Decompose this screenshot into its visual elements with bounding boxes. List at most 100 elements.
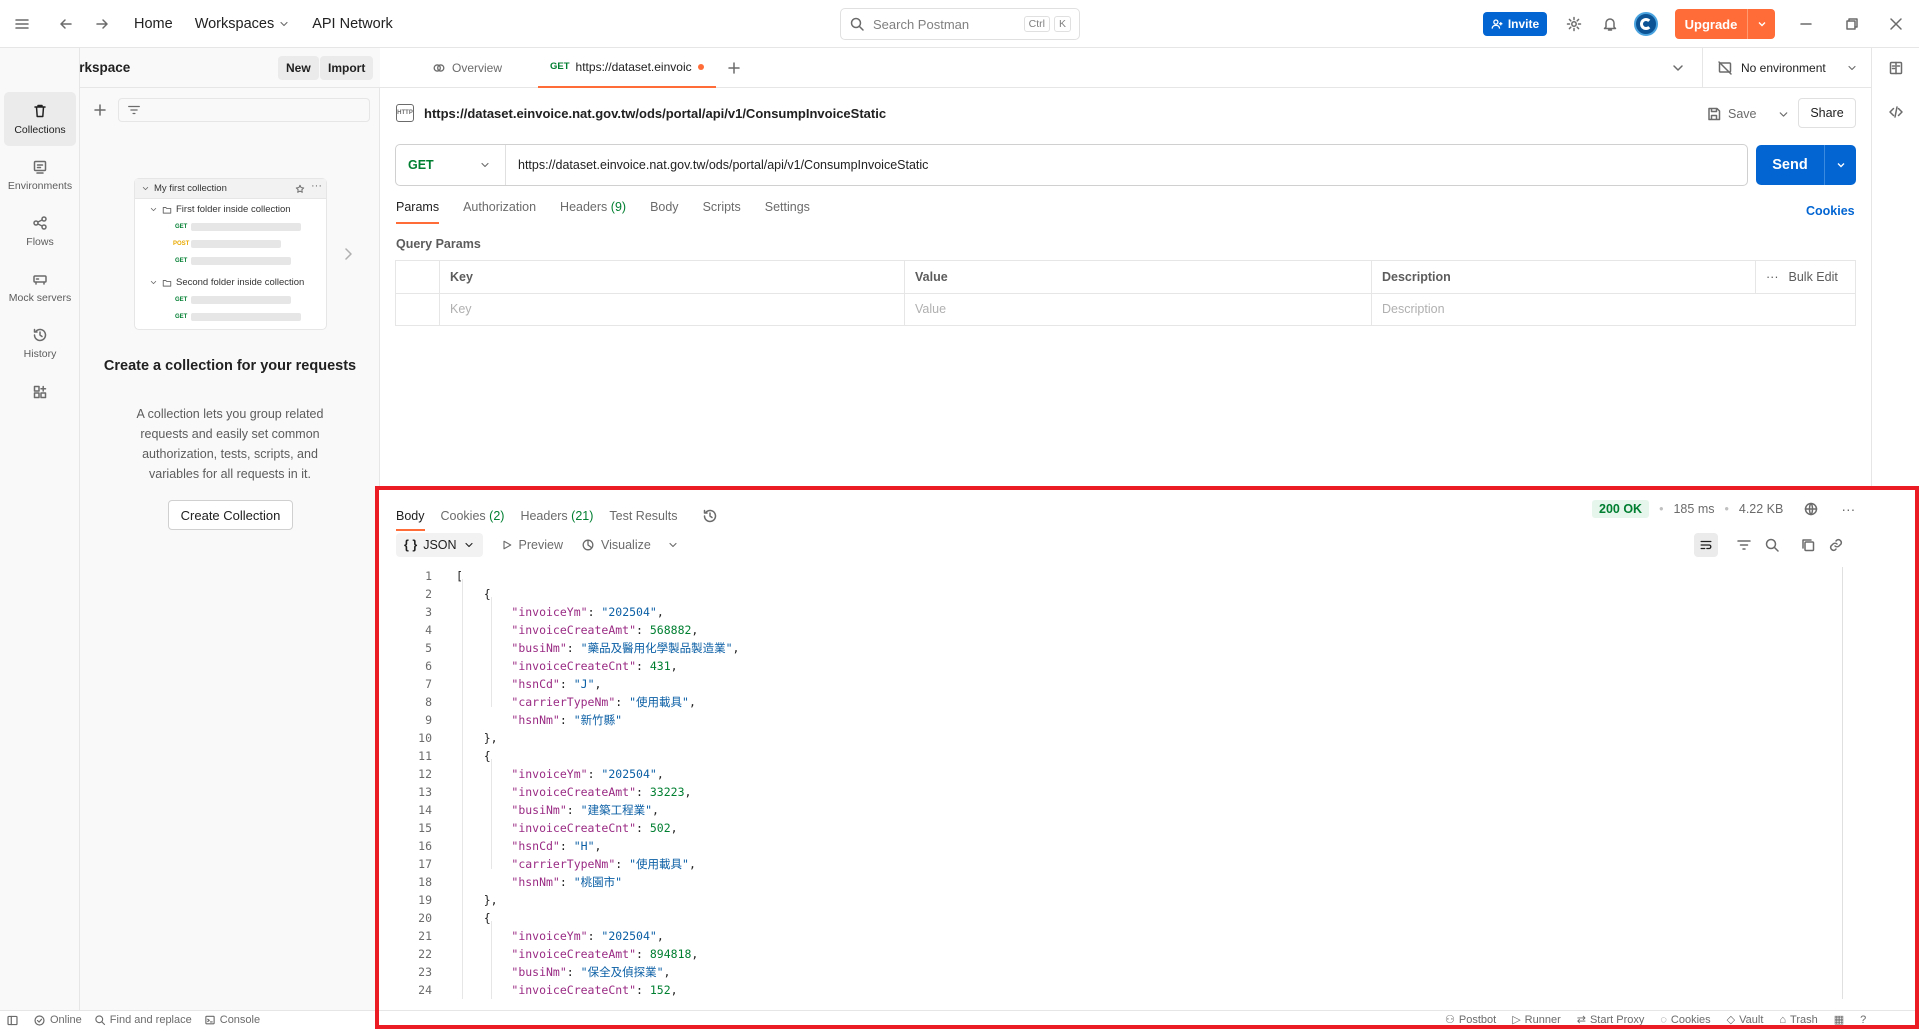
trash-button[interactable]: ⌂ Trash xyxy=(1779,1013,1817,1026)
upgrade-button[interactable]: Upgrade xyxy=(1675,9,1775,39)
visualize-button[interactable]: Visualize xyxy=(581,538,679,552)
line-number: 17 xyxy=(418,857,432,871)
more-icon[interactable]: ··· xyxy=(1841,501,1855,517)
filter-input[interactable] xyxy=(118,98,370,122)
environment-selector[interactable]: No environment xyxy=(1702,48,1872,88)
preview-button[interactable]: Preview xyxy=(501,538,563,552)
create-collection-button[interactable]: Create Collection xyxy=(168,500,293,530)
response-size[interactable]: 4.22 KB xyxy=(1739,502,1783,516)
forward-arrow-icon[interactable] xyxy=(86,8,118,40)
history-icon[interactable] xyxy=(702,508,718,524)
start-proxy-button[interactable]: ⇄ Start Proxy xyxy=(1577,1013,1645,1027)
chevron-down-icon[interactable] xyxy=(667,539,679,551)
share-button[interactable]: Share xyxy=(1798,98,1856,128)
code-text: "invoiceCreateCnt": 431, xyxy=(511,659,678,673)
tab-active-request[interactable]: GET https://dataset.einvoic xyxy=(538,48,716,88)
response-time[interactable]: 185 ms xyxy=(1673,502,1714,516)
minimize-window-icon[interactable] xyxy=(1790,8,1822,40)
avatar[interactable] xyxy=(1634,12,1658,36)
chevron-right-icon[interactable] xyxy=(340,246,356,262)
rail-item-history[interactable]: History xyxy=(4,316,76,370)
filter-icon[interactable] xyxy=(1736,537,1752,553)
back-arrow-icon[interactable] xyxy=(50,8,82,40)
rail-item-configure[interactable] xyxy=(4,372,76,412)
chevron-down-icon[interactable] xyxy=(1777,108,1790,121)
import-button[interactable]: Import xyxy=(320,56,374,80)
workspaces-menu[interactable]: Workspaces xyxy=(195,16,291,32)
invite-button[interactable]: Invite xyxy=(1483,12,1547,36)
line-number: 1 xyxy=(425,569,432,583)
tab-settings[interactable]: Settings xyxy=(765,200,810,224)
link-icon[interactable] xyxy=(1828,537,1844,553)
rail-label-mock-servers: Mock servers xyxy=(8,291,72,304)
restore-window-icon[interactable] xyxy=(1836,8,1868,40)
find-replace-button[interactable]: Find and replace xyxy=(94,1014,192,1026)
play-icon xyxy=(502,540,511,550)
settings-gear-icon[interactable] xyxy=(1558,8,1590,40)
save-button[interactable]: Save xyxy=(1706,102,1790,126)
menu-icon[interactable] xyxy=(6,8,38,40)
layout-icon[interactable]: ▦ xyxy=(1834,1013,1844,1026)
send-button[interactable]: Send xyxy=(1756,145,1856,185)
value-input[interactable]: Value xyxy=(904,292,1372,326)
send-dropdown[interactable] xyxy=(1824,145,1856,185)
rail-item-collections[interactable]: Collections xyxy=(4,92,76,146)
new-button[interactable]: New xyxy=(278,56,319,80)
resp-tab-body[interactable]: Body xyxy=(396,509,425,531)
tabs-dropdown-icon[interactable] xyxy=(1662,52,1694,84)
vault-button[interactable]: ◇ Vault xyxy=(1727,1013,1764,1027)
close-window-icon[interactable] xyxy=(1880,8,1912,40)
postbot-button[interactable]: ⚇ Postbot xyxy=(1445,1013,1496,1027)
rail-item-flows[interactable]: Flows xyxy=(4,204,76,258)
copy-icon[interactable] xyxy=(1800,537,1816,553)
rail-item-environments[interactable]: Environments xyxy=(4,148,76,202)
tab-scripts[interactable]: Scripts xyxy=(703,200,741,224)
request-title-text[interactable]: https://dataset.einvoice.nat.gov.tw/ods/… xyxy=(424,106,886,121)
format-select[interactable]: { } JSON xyxy=(396,533,483,557)
wrap-lines-button[interactable] xyxy=(1694,533,1718,557)
add-tab-icon[interactable] xyxy=(718,52,750,84)
home-link[interactable]: Home xyxy=(134,16,173,32)
chevron-down-icon xyxy=(1848,65,1856,71)
cookies-link[interactable]: Cookies xyxy=(1806,204,1855,218)
resp-tab-headers[interactable]: Headers (21) xyxy=(520,509,593,523)
tab-authorization[interactable]: Authorization xyxy=(463,200,536,224)
row-checkbox[interactable] xyxy=(395,292,440,326)
tab-body[interactable]: Body xyxy=(650,200,679,224)
online-status[interactable]: Online xyxy=(33,1014,82,1027)
help-icon[interactable]: ? xyxy=(1860,1013,1866,1026)
tab-overview[interactable]: Overview xyxy=(420,48,514,88)
code-snippet-icon[interactable] xyxy=(1880,96,1912,128)
resp-tab-cookies[interactable]: Cookies (2) xyxy=(441,509,505,523)
vertical-scrollbar[interactable] xyxy=(1842,567,1843,999)
tab-headers[interactable]: Headers (9) xyxy=(560,200,626,224)
api-network-link[interactable]: API Network xyxy=(312,16,393,32)
table-row: Key Value Description xyxy=(395,292,1856,326)
method-select[interactable]: GET xyxy=(396,145,506,185)
rail-label-environments: Environments xyxy=(7,179,73,192)
response-tabs: Body Cookies (2) Headers (21) Test Resul… xyxy=(396,501,718,531)
tab-params[interactable]: Params xyxy=(396,200,440,224)
response-body-code[interactable]: 1[2 {3 "invoiceYm": "202504", 4 "invoiceC… xyxy=(378,567,1848,999)
rail-label-flows: Flows xyxy=(26,235,54,248)
console-button[interactable]: Console xyxy=(204,1014,260,1026)
upgrade-dropdown[interactable] xyxy=(1747,9,1775,39)
runner-button[interactable]: ▷ Runner xyxy=(1512,1013,1561,1027)
rail-item-mock-servers[interactable]: Mock servers xyxy=(4,260,76,314)
resp-tab-test-results[interactable]: Test Results xyxy=(609,509,677,523)
documentation-icon[interactable] xyxy=(1880,52,1912,84)
url-input[interactable]: https://dataset.einvoice.nat.gov.tw/ods/… xyxy=(506,158,928,172)
network-globe-icon[interactable] xyxy=(1803,501,1819,517)
bulk-edit-button[interactable]: ··· Bulk Edit xyxy=(1755,260,1856,294)
rail-label-collections: Collections xyxy=(14,123,66,136)
description-input[interactable]: Description xyxy=(1371,292,1856,326)
search-input[interactable]: Search Postman Ctrl K xyxy=(840,8,1080,40)
status-badge[interactable]: 200 OK xyxy=(1592,500,1650,518)
key-input[interactable]: Key xyxy=(439,292,905,326)
toggle-sidebar-icon[interactable] xyxy=(6,1014,19,1027)
notification-bell-icon[interactable] xyxy=(1594,8,1626,40)
add-collection-icon[interactable] xyxy=(84,94,116,126)
search-icon[interactable] xyxy=(1764,537,1780,553)
code-text: "busiNm": "藥品及醫用化學製品製造業", xyxy=(511,641,740,655)
cookies-button[interactable]: ◌ Cookies xyxy=(1660,1013,1710,1026)
